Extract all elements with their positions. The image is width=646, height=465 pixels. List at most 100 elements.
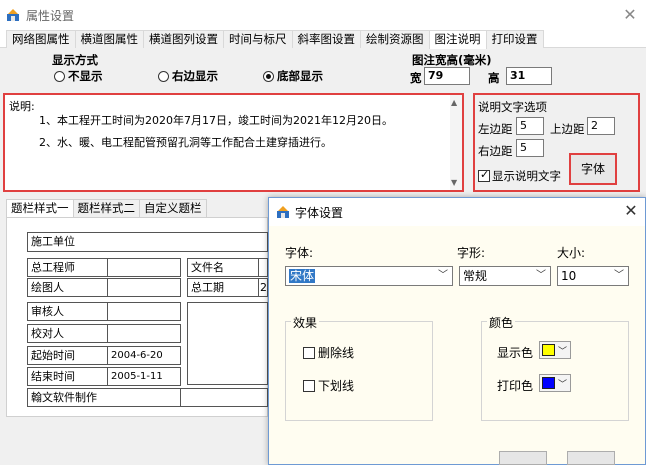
font-dialog-title-bar: 字体设置 ✕ bbox=[269, 198, 645, 226]
underline-label: 下划线 bbox=[318, 379, 355, 393]
made-by-cell: 翰文软件制作 bbox=[27, 388, 181, 407]
radio-label: 右边显示 bbox=[172, 69, 218, 83]
font-dialog-title: 字体设置 bbox=[295, 206, 344, 220]
tab-resource[interactable]: 绘制资源图 bbox=[360, 30, 430, 48]
underline-checkbox[interactable]: 下划线 bbox=[303, 377, 354, 394]
tab-gantt-columns[interactable]: 横道图列设置 bbox=[143, 30, 224, 48]
tab-time-ruler[interactable]: 时间与标尺 bbox=[223, 30, 293, 48]
width-label: 宽 bbox=[410, 71, 422, 85]
title-bar-tabs: 题栏样式一 题栏样式二 自定义题栏 bbox=[6, 199, 207, 217]
start-time-value-cell: 2004-6-20 bbox=[107, 346, 181, 365]
value-cell bbox=[107, 258, 181, 277]
window-title: 属性设置 bbox=[26, 9, 75, 23]
font-size-select[interactable]: 10 ﹀ bbox=[557, 266, 629, 286]
height-input[interactable]: 31 bbox=[506, 67, 552, 85]
description-line-2: 2、水、暖、电工程配管预留孔洞等工作配合土建穿插进行。 bbox=[39, 136, 332, 149]
show-text-label: 显示说明文字 bbox=[492, 169, 561, 183]
effects-title: 效果 bbox=[291, 314, 320, 331]
app-icon bbox=[6, 8, 20, 22]
font-style-value: 常规 bbox=[463, 269, 488, 283]
color-swatch bbox=[542, 344, 555, 356]
checker-cell: 校对人 bbox=[27, 324, 108, 343]
left-margin-input[interactable]: 5 bbox=[516, 117, 544, 135]
radio-label: 底部显示 bbox=[277, 69, 323, 83]
close-icon[interactable]: ✕ bbox=[620, 5, 640, 25]
chevron-down-icon: ﹀ bbox=[558, 346, 568, 357]
display-color-button[interactable]: ﹀ bbox=[539, 341, 571, 359]
color-title: 颜色 bbox=[487, 314, 516, 331]
print-color-button[interactable]: ﹀ bbox=[539, 374, 571, 392]
drafter-cell: 绘图人 bbox=[27, 278, 108, 297]
blank-cell bbox=[180, 388, 268, 407]
start-time-label-cell: 起始时间 bbox=[27, 346, 108, 365]
main-title-bar: 属性设置 ✕ bbox=[0, 0, 646, 30]
width-input[interactable]: 79 bbox=[424, 67, 470, 85]
construction-unit-cell: 施工单位 bbox=[27, 232, 268, 252]
tab-gantt[interactable]: 横道图属性 bbox=[74, 30, 144, 48]
radio-bottom[interactable]: 底部显示 bbox=[263, 68, 323, 84]
radio-right[interactable]: 右边显示 bbox=[158, 68, 218, 84]
value-cell bbox=[107, 302, 181, 321]
font-dialog: 字体设置 ✕ 字体: 字形: 大小: 宋体 ﹀ 常规 ﹀ 10 ﹀ 效果 删除线… bbox=[268, 197, 646, 465]
display-color-label: 显示色 bbox=[497, 346, 534, 360]
tab-network[interactable]: 网络图属性 bbox=[6, 30, 76, 48]
legend-size-title: 图注宽高(毫米) bbox=[412, 53, 492, 67]
chevron-down-icon: ﹀ bbox=[558, 379, 568, 390]
duration-value-cell: 2 bbox=[258, 278, 268, 297]
description-scrollbar[interactable]: ▲ ▼ bbox=[450, 95, 462, 190]
font-style-label: 字形: bbox=[457, 246, 486, 260]
font-button[interactable]: 字体 bbox=[569, 153, 617, 185]
effects-group bbox=[285, 321, 433, 421]
reviewer-cell: 审核人 bbox=[27, 302, 108, 321]
radio-dot-selected bbox=[263, 70, 274, 82]
tab-legend[interactable]: 图注说明 bbox=[428, 30, 487, 49]
chevron-down-icon: ﹀ bbox=[614, 270, 624, 281]
chevron-down-icon: ﹀ bbox=[536, 270, 546, 281]
description-line-1: 1、本工程开工时间为2020年7月17日，竣工时间为2021年12月20日。 bbox=[39, 114, 393, 127]
description-options-panel: 说明文字选项 左边距 5 上边距 2 右边距 5 显示说明文字 字体 bbox=[473, 93, 640, 192]
font-family-label: 字体: bbox=[285, 246, 314, 260]
close-icon[interactable]: ✕ bbox=[621, 201, 641, 221]
blank-cell bbox=[187, 302, 268, 385]
font-size-value: 10 bbox=[561, 269, 577, 283]
chief-engineer-cell: 总工程师 bbox=[27, 258, 108, 277]
checkbox-box bbox=[303, 346, 315, 359]
bottom-strip bbox=[0, 417, 268, 465]
end-time-label-cell: 结束时间 bbox=[27, 367, 108, 386]
ok-button[interactable] bbox=[499, 451, 547, 465]
color-swatch bbox=[542, 377, 555, 389]
height-label: 高 bbox=[488, 71, 500, 85]
font-dialog-body: 字体: 字形: 大小: 宋体 ﹀ 常规 ﹀ 10 ﹀ 效果 删除线 下划线 颜色… bbox=[269, 226, 645, 465]
tab-custom-title[interactable]: 自定义题栏 bbox=[139, 199, 207, 217]
checkbox-box bbox=[303, 379, 315, 392]
cancel-button[interactable] bbox=[567, 451, 615, 465]
checkbox-box bbox=[478, 168, 490, 182]
end-time-value-cell: 2005-1-11 bbox=[107, 367, 181, 386]
tab-print[interactable]: 打印设置 bbox=[485, 30, 544, 48]
description-textarea[interactable]: 说明: 1、本工程开工时间为2020年7月17日，竣工时间为2021年12月20… bbox=[3, 93, 464, 192]
tab-slope[interactable]: 斜率图设置 bbox=[291, 30, 361, 48]
radio-hide[interactable]: 不显示 bbox=[54, 68, 103, 84]
main-tabs: 网络图属性 横道图属性 横道图列设置 时间与标尺 斜率图设置 绘制资源图 图注说… bbox=[6, 30, 544, 49]
value-cell bbox=[107, 278, 181, 297]
filename-label-cell: 文件名 bbox=[187, 258, 259, 277]
top-margin-input[interactable]: 2 bbox=[587, 117, 615, 135]
value-cell bbox=[258, 258, 268, 277]
font-family-value: 宋体 bbox=[289, 269, 316, 283]
tab-title-style-2[interactable]: 题栏样式二 bbox=[72, 199, 140, 217]
radio-dot bbox=[158, 70, 169, 82]
strikethrough-checkbox[interactable]: 删除线 bbox=[303, 344, 354, 361]
description-label: 说明: bbox=[9, 100, 35, 113]
right-margin-input[interactable]: 5 bbox=[516, 139, 544, 157]
font-style-select[interactable]: 常规 ﹀ bbox=[459, 266, 551, 286]
scroll-down-icon[interactable]: ▼ bbox=[451, 178, 457, 187]
show-text-checkbox[interactable]: 显示说明文字 bbox=[478, 168, 561, 184]
left-margin-label: 左边距 bbox=[478, 122, 513, 136]
radio-label: 不显示 bbox=[68, 69, 103, 83]
font-size-label: 大小: bbox=[557, 246, 586, 260]
tab-title-style-1[interactable]: 题栏样式一 bbox=[6, 199, 74, 217]
font-family-select[interactable]: 宋体 ﹀ bbox=[285, 266, 453, 286]
strikethrough-label: 删除线 bbox=[318, 346, 355, 360]
scroll-up-icon[interactable]: ▲ bbox=[451, 98, 457, 107]
print-color-label: 打印色 bbox=[497, 379, 534, 393]
